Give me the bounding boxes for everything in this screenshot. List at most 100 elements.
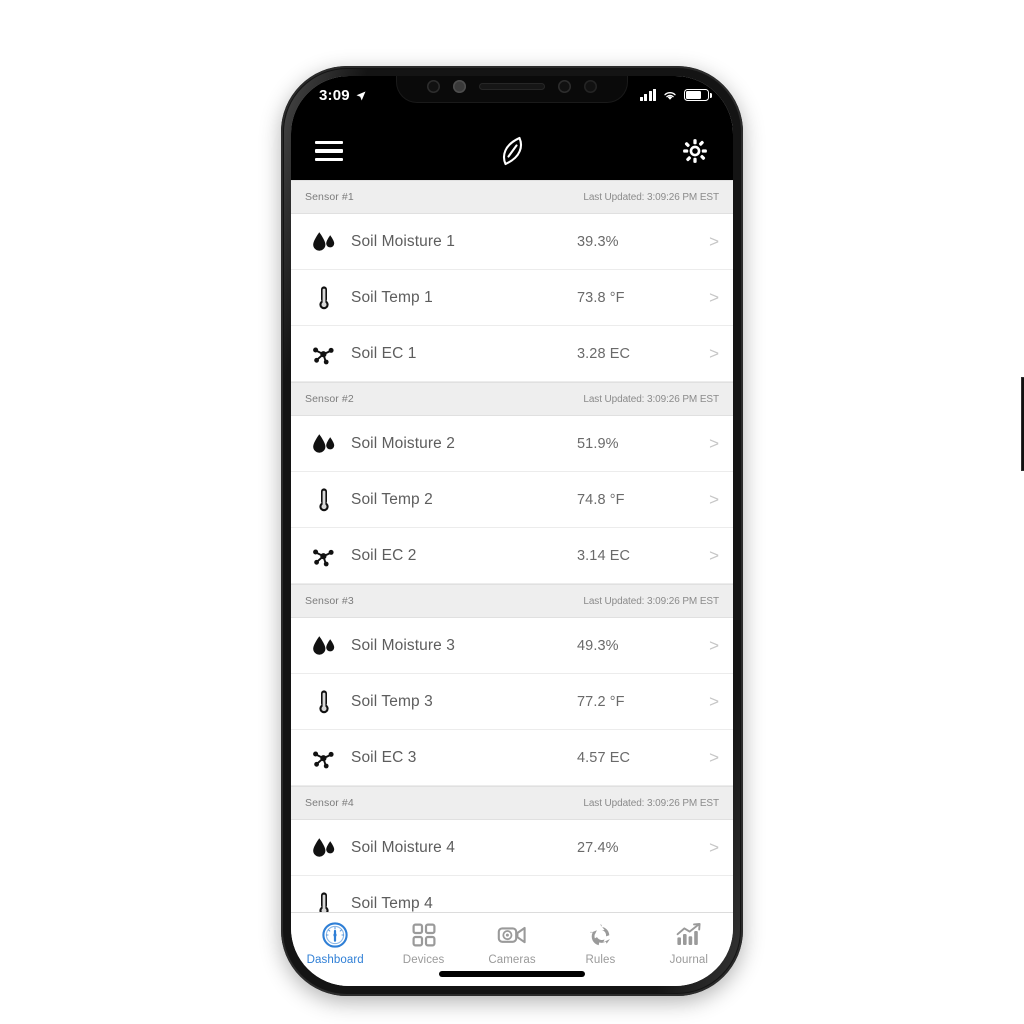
chevron-right-icon[interactable]: > (697, 637, 719, 654)
water-droplet-icon (313, 231, 335, 251)
sensor-group-header: Sensor #3 Last Updated: 3:09:26 PM EST (291, 584, 733, 618)
sensor-last-updated: Last Updated: 3:09:26 PM EST (583, 595, 719, 607)
tab-label: Dashboard (306, 954, 364, 966)
water-droplet-icon (313, 837, 335, 857)
tab-rules[interactable]: Rules (556, 920, 644, 966)
leaf-logo-icon (502, 136, 523, 166)
sensor-reading-row[interactable]: Soil Moisture 4 27.4% > (291, 820, 733, 876)
reading-value: 51.9% (577, 435, 619, 452)
sensor-group-title: Sensor #4 (305, 797, 354, 809)
reading-value: 49.3% (577, 637, 619, 654)
reading-label: Soil Moisture 4 (351, 838, 456, 856)
sensor-last-updated: Last Updated: 3:09:26 PM EST (583, 191, 719, 203)
gear-icon[interactable] (681, 137, 709, 165)
thermometer-icon (319, 689, 329, 713)
sensor-reading-row[interactable]: Soil Moisture 2 51.9% > (291, 416, 733, 472)
wifi-icon (664, 92, 676, 100)
recycle-arrows-icon (590, 924, 611, 946)
reading-icon-wrap (307, 285, 341, 311)
tab-dashboard[interactable]: Dashboard (291, 920, 379, 966)
tab-icon-wrap (321, 920, 349, 950)
ir-sensor-icon (427, 80, 440, 93)
water-droplet-icon (313, 433, 335, 453)
reading-value: 27.4% (577, 839, 619, 856)
sensor-group-title: Sensor #3 (305, 595, 354, 607)
app-screen: 3:09 Sensor #1 Last Updated: 3:09:26 PM … (291, 76, 733, 986)
chevron-right-icon[interactable]: > (697, 491, 719, 508)
tab-label: Cameras (488, 954, 536, 966)
reading-label: Soil Moisture 3 (351, 636, 456, 654)
bar-chart-trend-icon (676, 923, 701, 945)
sensor-group-header: Sensor #1 Last Updated: 3:09:26 PM EST (291, 180, 733, 214)
tab-devices[interactable]: Devices (379, 920, 467, 966)
reading-label: Soil EC 2 (351, 546, 417, 564)
reading-icon-wrap (307, 634, 341, 658)
battery-icon (684, 89, 712, 101)
sensor-group-title: Sensor #2 (305, 393, 354, 405)
reading-icon-wrap (307, 544, 341, 568)
device-notch (397, 76, 627, 102)
sensor-reading-row[interactable]: Soil EC 3 4.57 EC > (291, 730, 733, 786)
tab-cameras[interactable]: Cameras (468, 920, 556, 966)
reading-label: Soil EC 1 (351, 344, 417, 362)
sensor-reading-row[interactable]: Soil Temp 2 74.8 °F > (291, 472, 733, 528)
reading-icon-wrap (307, 689, 341, 715)
proximity-sensor-icon (453, 80, 466, 93)
chevron-right-icon[interactable]: > (697, 839, 719, 856)
screenshot-canvas: 3:09 Sensor #1 Last Updated: 3:09:26 PM … (0, 0, 1024, 1024)
reading-value: 39.3% (577, 233, 619, 250)
chevron-right-icon[interactable]: > (697, 345, 719, 362)
reading-icon-wrap (307, 432, 341, 456)
home-indicator (439, 971, 585, 977)
status-bar-time: 3:09 (319, 87, 350, 104)
status-bar-right (639, 88, 712, 101)
chevron-right-icon[interactable]: > (697, 289, 719, 306)
reading-icon-wrap (307, 746, 341, 770)
reading-icon-wrap (307, 891, 341, 912)
reading-value: 4.57 EC (577, 749, 631, 766)
sensor-group-header: Sensor #2 Last Updated: 3:09:26 PM EST (291, 382, 733, 416)
sensor-group-title: Sensor #1 (305, 191, 354, 203)
chevron-right-icon[interactable]: > (697, 749, 719, 766)
hamburger-menu-icon[interactable] (315, 141, 343, 161)
reading-value: 3.14 EC (577, 547, 631, 564)
cellular-signal-icon (639, 88, 656, 101)
chevron-right-icon[interactable]: > (697, 693, 719, 710)
reading-icon-wrap (307, 342, 341, 366)
chevron-right-icon[interactable]: > (697, 435, 719, 452)
reading-value: 3.28 EC (577, 345, 631, 362)
reading-icon-wrap (307, 487, 341, 513)
tab-icon-wrap (587, 920, 613, 950)
sensor-reading-row[interactable]: Soil EC 1 3.28 EC > (291, 326, 733, 382)
thermometer-icon (319, 285, 329, 309)
molecule-icon (313, 549, 334, 566)
ambient-light-sensor-icon (584, 80, 597, 93)
chevron-right-icon[interactable]: > (697, 547, 719, 564)
sensor-reading-row[interactable]: Soil Moisture 1 39.3% > (291, 214, 733, 270)
tab-icon-wrap (675, 920, 703, 950)
sensor-list[interactable]: Sensor #1 Last Updated: 3:09:26 PM EST Soi… (291, 180, 733, 912)
molecule-icon (313, 751, 334, 768)
thermometer-icon (319, 891, 329, 912)
reading-label: Soil Temp 1 (351, 288, 433, 306)
status-bar-left: 3:09 (319, 87, 367, 104)
tab-icon-wrap (497, 920, 527, 950)
status-bar: 3:09 (291, 76, 733, 122)
reading-value: 74.8 °F (577, 491, 625, 508)
tab-label: Devices (402, 954, 445, 966)
water-droplet-icon (313, 635, 335, 655)
sensor-reading-row[interactable]: Soil EC 2 3.14 EC > (291, 528, 733, 584)
sensor-reading-row[interactable]: Soil Moisture 3 49.3% > (291, 618, 733, 674)
sensor-reading-row[interactable]: Soil Temp 3 77.2 °F > (291, 674, 733, 730)
phone-screen-area: 3:09 Sensor #1 Last Updated: 3:09:26 PM … (291, 76, 733, 986)
reading-icon-wrap (307, 230, 341, 254)
sensor-reading-row[interactable]: Soil Temp 4 (291, 876, 733, 912)
earpiece-speaker (479, 83, 545, 90)
video-camera-icon (497, 926, 526, 944)
reading-value: 77.2 °F (577, 693, 625, 710)
tab-journal[interactable]: Journal (645, 920, 733, 966)
notch-sensors (397, 80, 627, 93)
chevron-right-icon[interactable]: > (697, 233, 719, 250)
sensor-reading-row[interactable]: Soil Temp 1 73.8 °F > (291, 270, 733, 326)
molecule-icon (313, 347, 334, 364)
